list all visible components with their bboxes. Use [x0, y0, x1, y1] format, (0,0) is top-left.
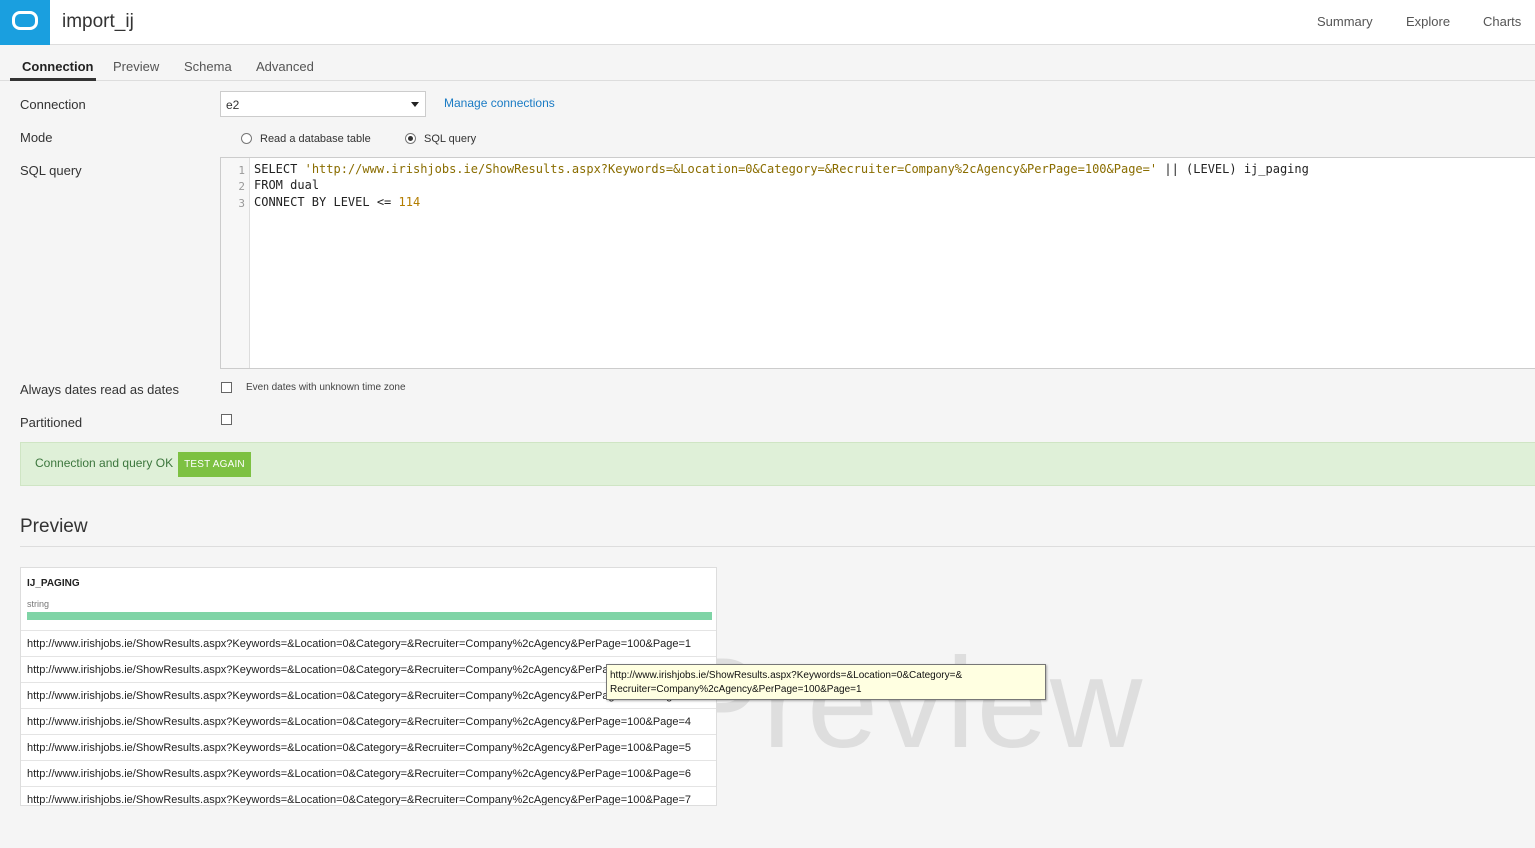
column-type: string: [27, 599, 50, 609]
connection-label: Connection: [20, 97, 86, 112]
app-logo-icon[interactable]: [0, 0, 50, 45]
preview-title: Preview: [20, 516, 88, 537]
table-row[interactable]: http://www.irishjobs.ie/ShowResults.aspx…: [21, 786, 716, 805]
code-line-3: CONNECT BY LEVEL <= 114: [254, 195, 420, 209]
cell-tooltip: http://www.irishjobs.ie/ShowResults.aspx…: [606, 664, 1046, 700]
sql-keyword: FROM: [254, 178, 283, 192]
nav-summary[interactable]: Summary: [1317, 14, 1373, 29]
column-quality-bar: [27, 612, 712, 620]
table-row[interactable]: http://www.irishjobs.ie/ShowResults.aspx…: [21, 708, 716, 734]
partitioned-label: Partitioned: [20, 415, 83, 430]
partitioned-checkbox[interactable]: [221, 414, 232, 425]
sql-editor[interactable]: 1 2 3 SELECT 'http://www.irishjobs.ie/Sh…: [220, 157, 1535, 369]
code-line-1: SELECT 'http://www.irishjobs.ie/ShowResu…: [254, 162, 1309, 176]
line-number: 2: [238, 180, 245, 193]
tab-schema[interactable]: Schema: [184, 59, 232, 74]
sql-string: 'http://www.irishjobs.ie/ShowResults.asp…: [304, 162, 1158, 176]
radio-read-table-label[interactable]: Read a database table: [260, 133, 371, 145]
sql-text: dual: [290, 178, 320, 192]
tooltip-line: http://www.irishjobs.ie/ShowResults.aspx…: [610, 670, 963, 681]
dates-checkbox[interactable]: [221, 382, 232, 393]
tab-advanced[interactable]: Advanced: [256, 59, 314, 74]
test-again-button[interactable]: TEST AGAIN: [178, 452, 251, 477]
tab-bar: Connection Preview Schema Advanced: [0, 45, 1535, 81]
table-row[interactable]: http://www.irishjobs.ie/ShowResults.aspx…: [21, 630, 716, 656]
tab-preview[interactable]: Preview: [113, 59, 159, 74]
tooltip-line: Recruiter=Company%2cAgency&PerPage=100&P…: [610, 684, 862, 695]
top-bar: import_ij Summary Explore Charts: [0, 0, 1535, 45]
nav-charts[interactable]: Charts: [1483, 14, 1521, 29]
preview-watermark: Preview: [675, 632, 1145, 775]
tab-connection[interactable]: Connection: [22, 59, 94, 74]
active-tab-indicator: [10, 78, 96, 81]
line-number-gutter: 1 2 3: [221, 158, 250, 368]
radio-sql-query-label[interactable]: SQL query: [424, 133, 476, 145]
code-line-2: FROM dual: [254, 178, 319, 192]
sql-number: 114: [398, 195, 421, 209]
divider: [20, 546, 1535, 547]
sql-keyword: CONNECT BY LEVEL <=: [254, 195, 392, 209]
table-row[interactable]: http://www.irishjobs.ie/ShowResults.aspx…: [21, 760, 716, 786]
dropdown-caret-icon: [411, 102, 419, 107]
line-number: 3: [238, 197, 245, 210]
page-title: import_ij: [62, 11, 134, 32]
connection-select[interactable]: e2: [220, 91, 426, 117]
status-bar: Connection and query OK TEST AGAIN: [20, 442, 1535, 486]
line-number: 1: [238, 164, 245, 177]
radio-sql-query[interactable]: [405, 133, 416, 144]
connection-value: e2: [226, 98, 240, 112]
column-header[interactable]: IJ_PAGING: [27, 578, 80, 589]
radio-read-table[interactable]: [241, 133, 252, 144]
mode-label: Mode: [20, 130, 53, 145]
nav-explore[interactable]: Explore: [1406, 14, 1450, 29]
manage-connections-link[interactable]: Manage connections: [444, 96, 555, 110]
dates-label: Always dates read as dates: [20, 382, 179, 397]
sql-text: || (LEVEL) ij_paging: [1164, 162, 1309, 176]
sql-query-label: SQL query: [20, 163, 82, 178]
status-text: Connection and query OK: [35, 456, 174, 470]
sql-keyword: SELECT: [254, 162, 298, 176]
dates-note: Even dates with unknown time zone: [246, 382, 406, 393]
table-row[interactable]: http://www.irishjobs.ie/ShowResults.aspx…: [21, 734, 716, 760]
